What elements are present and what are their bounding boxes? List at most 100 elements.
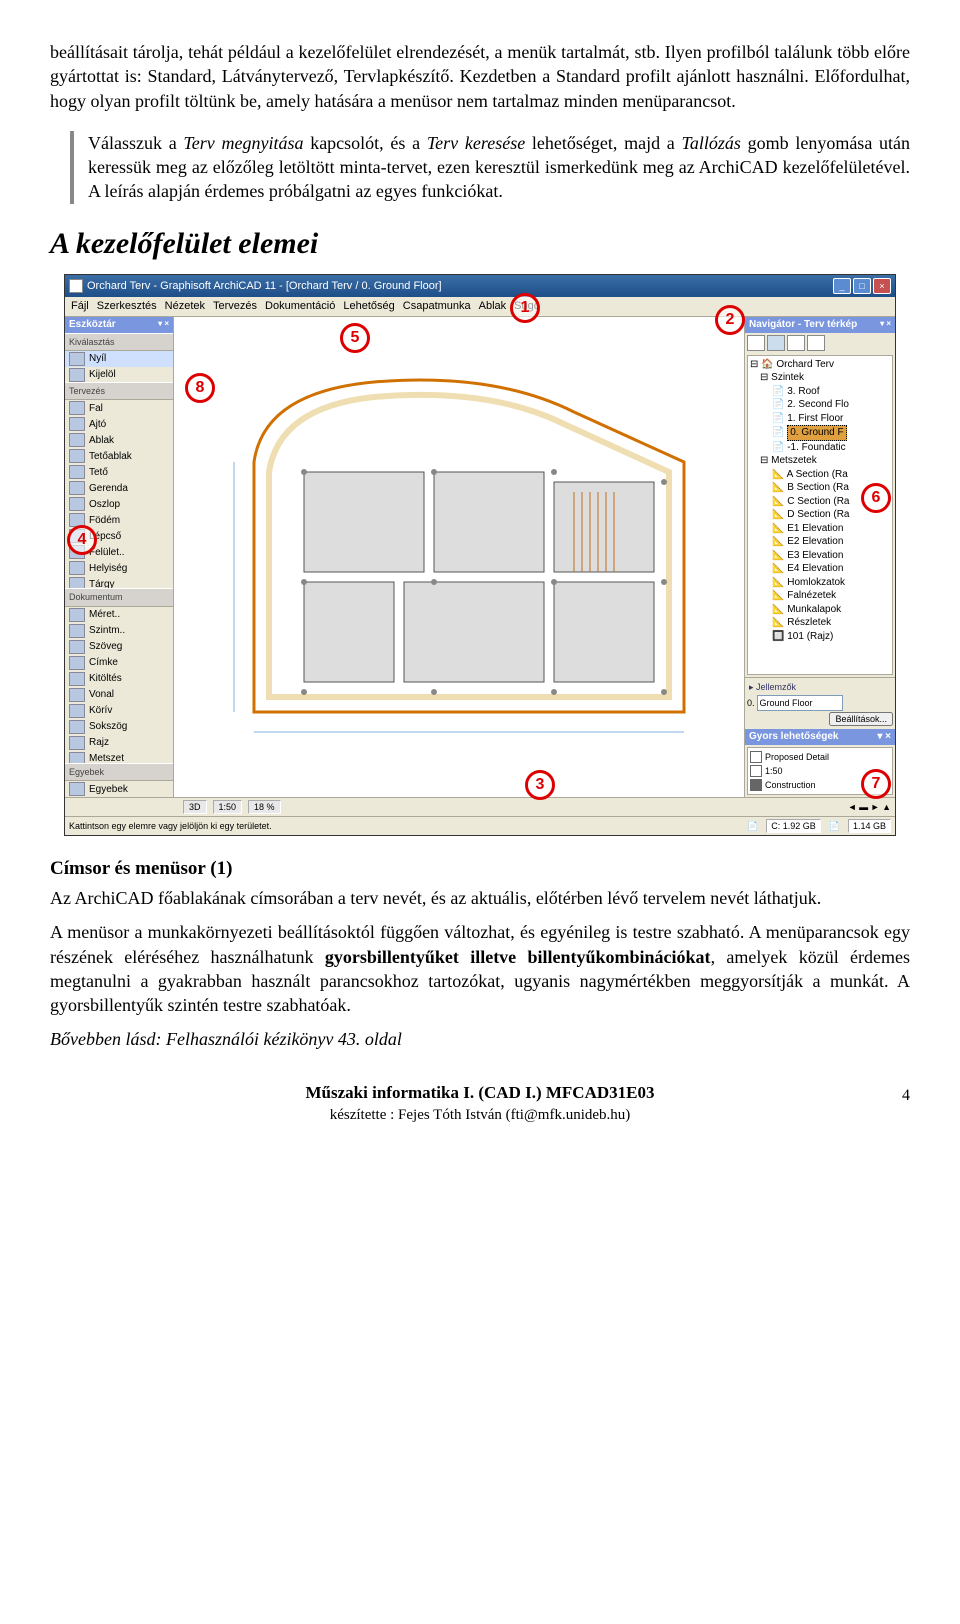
tool-item[interactable]: Egyebek <box>65 781 173 797</box>
props-header: ▸ Jellemzők <box>747 680 893 694</box>
tool-icon <box>69 752 85 764</box>
menu-design[interactable]: Tervezés <box>213 299 257 314</box>
tool-item[interactable]: Metszet <box>65 751 173 764</box>
navigator-palette[interactable]: Navigátor - Terv térkép▾ × ⊟ 🏠 Orchard T… <box>745 317 895 797</box>
tool-icon <box>69 688 85 702</box>
quick-options-title: Gyors lehetőségek ▾ × <box>745 729 895 745</box>
tool-item[interactable]: Körív <box>65 703 173 719</box>
tool-item[interactable]: Tető <box>65 464 173 480</box>
tool-icon <box>69 672 85 686</box>
minimize-button[interactable]: _ <box>833 278 851 294</box>
subheading-1: Címsor és menüsor (1) <box>50 856 910 882</box>
quote-italic: Terv megnyitása <box>183 133 303 153</box>
quote-text: lehetőséget, majd a <box>525 133 681 153</box>
tool-icon <box>69 433 85 447</box>
navigator-tree[interactable]: ⊟ 🏠 Orchard Terv⊟ Szintek📄 3. Roof📄 2. S… <box>747 355 893 675</box>
palette-close-icon[interactable]: ▾ × <box>158 319 169 330</box>
status-disk-d: 1.14 GB <box>848 819 891 833</box>
prop-name-input[interactable] <box>757 695 843 711</box>
maximize-button[interactable]: □ <box>853 278 871 294</box>
navigator-properties: ▸ Jellemzők 0. Beállítások... <box>745 677 895 729</box>
palette-close-icon[interactable]: ▾ × <box>880 319 891 330</box>
tool-item[interactable]: Címke <box>65 655 173 671</box>
tool-item[interactable]: Ablak <box>65 432 173 448</box>
toolbox-palette[interactable]: Eszköztár ▾ × Kiválasztás NyílKijelöl Ter… <box>65 317 174 797</box>
quick-item[interactable]: Proposed Detail <box>765 751 829 763</box>
tool-item[interactable]: Fal <box>65 400 173 416</box>
menu-bar[interactable]: Fájl Szerkesztés Nézetek Tervezés Dokume… <box>65 297 895 317</box>
tool-icon <box>69 497 85 511</box>
tool-icon <box>69 704 85 718</box>
menu-window[interactable]: Ablak <box>479 299 507 314</box>
menu-file[interactable]: Fájl <box>71 299 89 314</box>
tool-icon <box>69 720 85 734</box>
tool-item[interactable]: Nyíl <box>65 351 173 367</box>
view-mode[interactable]: 3D <box>183 800 207 814</box>
quote-italic: Terv keresése <box>427 133 525 153</box>
tool-item[interactable]: Rajz <box>65 735 173 751</box>
footer-course: Műszaki informatika I. (CAD I.) MFCAD31E… <box>50 1082 910 1105</box>
tool-icon <box>69 352 85 366</box>
archicad-window: 1 2 3 4 5 6 7 8 Orchard Terv - Graphisof… <box>64 274 896 836</box>
toolbox-title: Eszköztár <box>69 318 116 332</box>
tool-item[interactable]: Kitöltés <box>65 671 173 687</box>
tool-icon <box>69 640 85 654</box>
nav-tab-icon[interactable] <box>767 335 785 351</box>
tool-icon <box>69 736 85 750</box>
menu-edit[interactable]: Szerkesztés <box>97 299 157 314</box>
instruction-quote: Válasszuk a Terv megnyitása kapcsolót, é… <box>70 131 910 204</box>
menu-doc[interactable]: Dokumentáció <box>265 299 335 314</box>
tool-icon <box>69 481 85 495</box>
paragraph-intro: beállításait tárolja, tehát például a ke… <box>50 40 910 113</box>
view-zoom[interactable]: 18 % <box>248 800 281 814</box>
section-heading: A kezelőfelület elemei <box>50 224 910 265</box>
tool-item[interactable]: Sokszög <box>65 719 173 735</box>
quick-item[interactable]: 1:50 <box>765 765 783 777</box>
tool-item[interactable]: Oszlop <box>65 496 173 512</box>
tool-item[interactable]: Méret.. <box>65 607 173 623</box>
window-title: Orchard Terv - Graphisoft ArchiCAD 11 - … <box>87 279 442 294</box>
status-bar: Kattintson egy elemre vagy jelöljön ki e… <box>65 816 895 835</box>
tool-item[interactable]: Gerenda <box>65 480 173 496</box>
tool-icon <box>69 608 85 622</box>
nav-tab-icon[interactable] <box>747 335 765 351</box>
quote-text: Válasszuk a <box>88 133 183 153</box>
paragraph-reference: Bővebben lásd: Felhasználói kézikönyv 43… <box>50 1027 910 1051</box>
tool-item[interactable]: Tetőablak <box>65 448 173 464</box>
status-disk-c: C: 1.92 GB <box>766 819 821 833</box>
menu-views[interactable]: Nézetek <box>165 299 205 314</box>
toolbox-section: Kiválasztás <box>65 333 173 351</box>
tool-icon <box>69 561 85 575</box>
app-icon <box>69 279 83 293</box>
settings-button[interactable]: Beállítások... <box>829 712 893 726</box>
tool-item[interactable]: Helyiség <box>65 560 173 576</box>
nav-tab-icon[interactable] <box>787 335 805 351</box>
paragraph-3: A menüsor a munkakörnyezeti beállításokt… <box>50 920 910 1017</box>
tool-item[interactable]: Szöveg <box>65 639 173 655</box>
tool-item[interactable]: Tárgy <box>65 576 173 588</box>
toolbox-section: Tervezés <box>65 382 173 400</box>
footer-author: készítette : Fejes Tóth István (fti@mfk.… <box>50 1105 910 1125</box>
tool-item[interactable]: Vonal <box>65 687 173 703</box>
view-scale[interactable]: 1:50 <box>213 800 243 814</box>
quote-italic: Tallózás <box>682 133 741 153</box>
view-bar[interactable]: 3D 1:50 18 % ◄ ▬ ► ▲ <box>65 797 895 816</box>
menu-options[interactable]: Lehetőség <box>343 299 394 314</box>
title-bar[interactable]: Orchard Terv - Graphisoft ArchiCAD 11 - … <box>65 275 895 297</box>
quote-text: kapcsolót, és a <box>303 133 426 153</box>
drawing-canvas[interactable] <box>174 317 745 797</box>
status-message: Kattintson egy elemre vagy jelöljön ki e… <box>69 820 739 832</box>
nav-tab-icon[interactable] <box>807 335 825 351</box>
tool-item[interactable]: Ajtó <box>65 416 173 432</box>
tool-icon <box>69 368 85 382</box>
tool-icon <box>69 656 85 670</box>
tool-icon <box>69 624 85 638</box>
menu-team[interactable]: Csapatmunka <box>403 299 471 314</box>
tool-item[interactable]: Kijelöl <box>65 367 173 382</box>
tool-icon <box>69 401 85 415</box>
tool-item[interactable]: Szintm.. <box>65 623 173 639</box>
close-button[interactable]: × <box>873 278 891 294</box>
toolbox-section: Egyebek <box>65 763 173 781</box>
quick-item[interactable]: Construction <box>765 779 816 791</box>
tool-icon <box>69 577 85 588</box>
